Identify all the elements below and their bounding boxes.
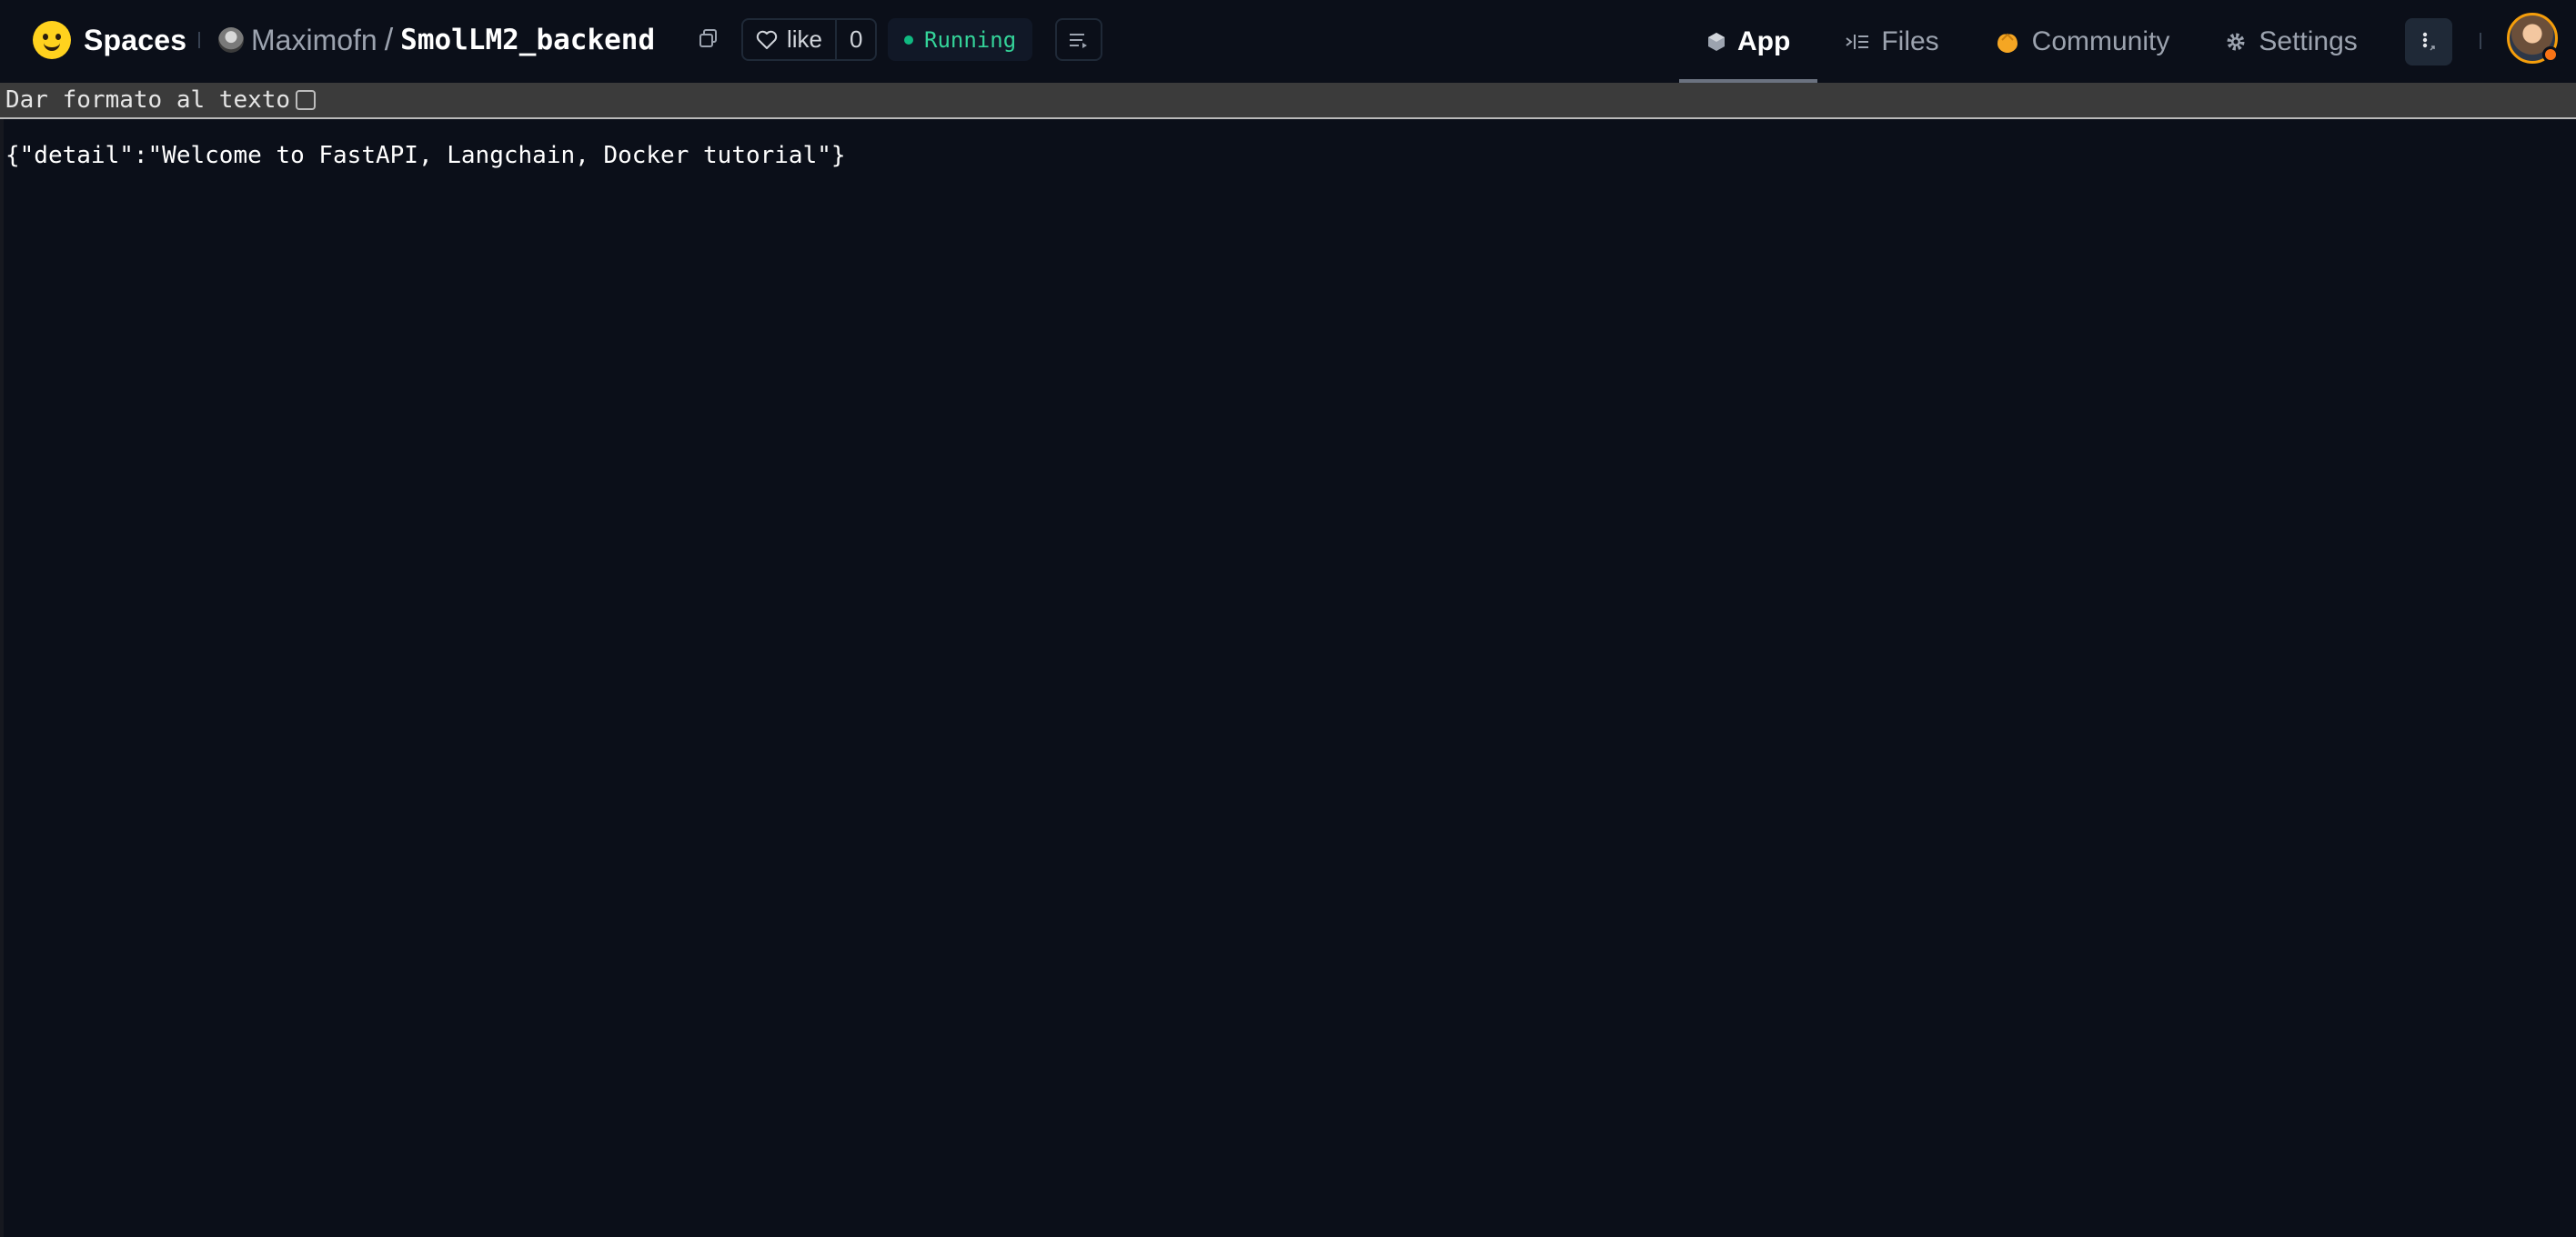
owner-avatar[interactable] [218, 27, 244, 53]
owner-link[interactable]: Maximofn [251, 24, 377, 57]
logs-button[interactable] [1055, 18, 1102, 61]
like-button[interactable]: like [743, 20, 838, 59]
pretty-print-bar: Dar formato al texto [0, 83, 2576, 119]
status-label: Running [924, 26, 1017, 53]
divider [198, 32, 200, 48]
spaces-home-link[interactable]: Spaces [33, 18, 186, 62]
like-label: like [787, 25, 823, 53]
tab-community-label: Community [2031, 25, 2170, 56]
tab-files[interactable]: Files [1817, 0, 1966, 83]
user-avatar[interactable] [2507, 13, 2559, 64]
tab-community[interactable]: Community [1967, 0, 2198, 83]
json-response-body: {"detail":"Welcome to FastAPI, Langchain… [5, 142, 846, 169]
copy-icon[interactable] [699, 28, 719, 48]
pretty-print-label: Dar formato al texto [5, 86, 291, 114]
gear-icon [2227, 33, 2245, 50]
tab-app[interactable]: App [1679, 0, 1818, 83]
like-button-group: like 0 [741, 18, 878, 61]
breadcrumb-separator: / [384, 22, 394, 57]
repo-name-link[interactable]: SmolLM2_backend [400, 24, 655, 56]
space-nav-tabs: App Files Community Settings [1679, 0, 2385, 83]
notification-dot [2542, 46, 2559, 63]
files-icon [1846, 34, 1869, 49]
heart-icon [756, 30, 778, 49]
breadcrumb: Maximofn / SmolLM2_backend [218, 20, 655, 60]
status-badge[interactable]: Running [888, 18, 1033, 61]
left-edge-border [0, 119, 4, 1237]
divider [2480, 33, 2481, 49]
tab-settings-label: Settings [2259, 25, 2358, 56]
community-icon [1997, 33, 2018, 53]
top-navbar: Spaces Maximofn / SmolLM2_backend like 0… [0, 0, 2576, 83]
more-vertical-icon [2422, 32, 2435, 51]
tab-settings[interactable]: Settings [2197, 0, 2384, 83]
tab-files-label: Files [1881, 25, 1939, 56]
status-dot-icon [904, 35, 913, 45]
more-options-button[interactable] [2405, 18, 2452, 65]
logs-icon [1070, 33, 1087, 48]
cube-icon [1708, 32, 1725, 51]
like-count[interactable]: 0 [837, 20, 875, 59]
hugging-face-logo-icon [33, 21, 71, 59]
tab-app-label: App [1737, 25, 1791, 56]
pretty-print-checkbox[interactable] [296, 90, 317, 110]
brand-label: Spaces [84, 23, 187, 56]
